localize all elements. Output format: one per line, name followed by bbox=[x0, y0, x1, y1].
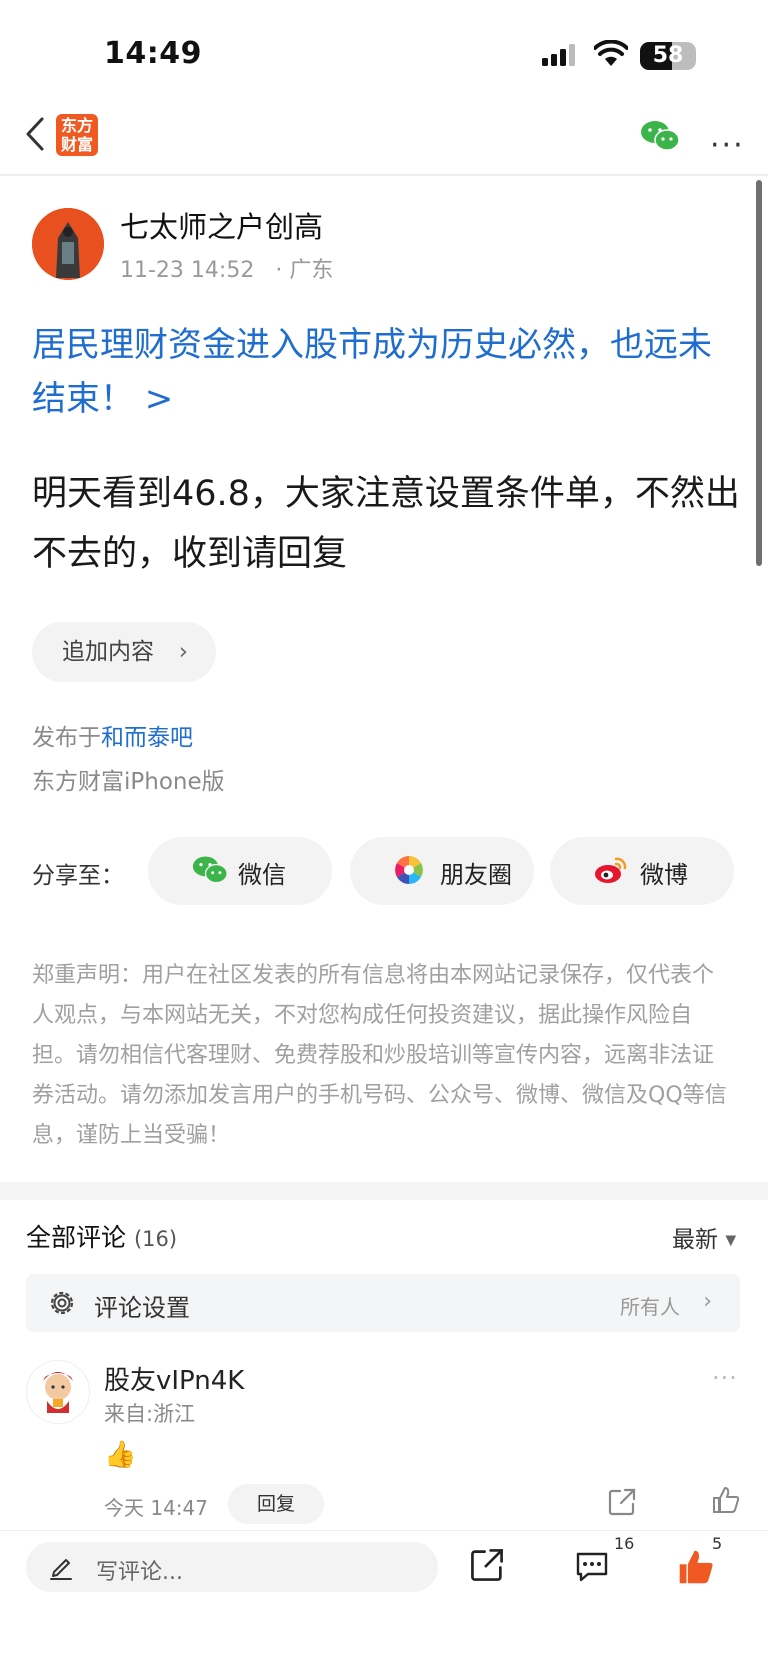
comment-icon[interactable] bbox=[574, 1550, 610, 1584]
pencil-icon bbox=[50, 1559, 72, 1580]
reply-button[interactable]: 回复 bbox=[228, 1484, 324, 1524]
commenter-name[interactable]: 股友vIPn4K bbox=[104, 1360, 244, 1397]
post-meta: 11-23 14:52 · 广东 bbox=[120, 252, 333, 284]
like-count-badge: 5 bbox=[712, 1534, 723, 1553]
share-wechat-button[interactable]: 微信 bbox=[148, 837, 332, 905]
author-name[interactable]: 七太师之户创高 bbox=[120, 204, 323, 246]
comment-count-badge: 16 bbox=[614, 1534, 635, 1553]
share-weibo-label: 微博 bbox=[640, 861, 688, 889]
cellular-signal-icon bbox=[542, 44, 575, 66]
gear-icon bbox=[50, 1291, 74, 1315]
comment-more-icon[interactable]: ··· bbox=[712, 1364, 738, 1392]
moments-icon bbox=[395, 856, 423, 884]
sort-label: 最新 bbox=[672, 1227, 718, 1253]
battery-icon: 58 bbox=[640, 42, 696, 70]
post-client: 东方财富iPhone版 bbox=[32, 769, 225, 795]
comment-settings-value: 所有人 bbox=[620, 1295, 680, 1319]
wechat-icon bbox=[192, 856, 228, 884]
share-icon[interactable] bbox=[470, 1548, 504, 1582]
comments-title: 全部评论 bbox=[26, 1223, 127, 1252]
post-location: · 广东 bbox=[275, 258, 334, 283]
comments-header: 全部评论 (16) bbox=[26, 1218, 177, 1254]
comment-content: 👍 bbox=[104, 1440, 137, 1470]
comment-input-placeholder: 写评论... bbox=[96, 1560, 183, 1585]
nav-divider bbox=[0, 174, 768, 176]
chevron-right-icon: › bbox=[178, 639, 188, 665]
disclaimer-text: 郑重声明：用户在社区发表的所有信息将由本网站记录保存，仅代表个人观点，与本网站无… bbox=[32, 963, 727, 1148]
published-prefix: 发布于 bbox=[32, 725, 101, 751]
commenter-avatar[interactable] bbox=[26, 1360, 90, 1424]
app-logo[interactable]: 东方财富 bbox=[56, 114, 98, 156]
share-label: 分享至： bbox=[32, 863, 124, 889]
comment-share-icon[interactable] bbox=[608, 1488, 636, 1516]
more-options-icon[interactable]: ··· bbox=[710, 128, 745, 163]
comment-time: 今天 14:47 bbox=[104, 1496, 208, 1520]
caret-down-icon: ▼ bbox=[725, 1232, 737, 1249]
comments-count: (16) bbox=[133, 1227, 178, 1251]
share-moments-label: 朋友圈 bbox=[440, 861, 512, 889]
comment-settings-label: 评论设置 bbox=[94, 1294, 190, 1322]
section-separator bbox=[0, 1182, 768, 1200]
commenter-location: 来自:浙江 bbox=[104, 1402, 196, 1426]
post-datetime: 11-23 14:52 bbox=[120, 258, 255, 283]
author-avatar[interactable] bbox=[32, 208, 104, 280]
like-icon[interactable] bbox=[676, 1548, 716, 1586]
comment-settings-row[interactable]: 评论设置 所有人 › bbox=[26, 1274, 740, 1332]
comment-like-icon[interactable] bbox=[712, 1486, 740, 1514]
post-topic-link[interactable]: 居民理财资金进入股市成为历史必然，也远未结束！ > bbox=[32, 318, 738, 426]
scrollbar[interactable] bbox=[756, 180, 762, 566]
chevron-right-icon: › bbox=[703, 1289, 712, 1314]
comment-input[interactable]: 写评论... bbox=[26, 1542, 438, 1592]
post-content: 明天看到46.8，大家注意设置条件单，不然出不去的，收到请回复 bbox=[32, 474, 740, 574]
wifi-icon bbox=[594, 40, 628, 66]
share-moments-button[interactable]: 朋友圈 bbox=[350, 837, 534, 905]
forum-link[interactable]: 和而泰吧 bbox=[101, 725, 193, 751]
sort-dropdown[interactable]: 最新 ▼ bbox=[672, 1220, 736, 1254]
add-content-button[interactable]: 追加内容 › bbox=[32, 622, 216, 682]
wechat-share-icon[interactable] bbox=[640, 120, 680, 152]
published-in: 发布于和而泰吧 bbox=[32, 718, 193, 752]
back-arrow-icon[interactable] bbox=[24, 116, 46, 152]
weibo-icon bbox=[595, 857, 627, 883]
share-wechat-label: 微信 bbox=[238, 861, 286, 889]
share-weibo-button[interactable]: 微博 bbox=[550, 837, 734, 905]
status-time: 14:49 bbox=[104, 36, 202, 71]
battery-level: 58 bbox=[652, 43, 684, 68]
add-content-label: 追加内容 bbox=[62, 639, 154, 665]
